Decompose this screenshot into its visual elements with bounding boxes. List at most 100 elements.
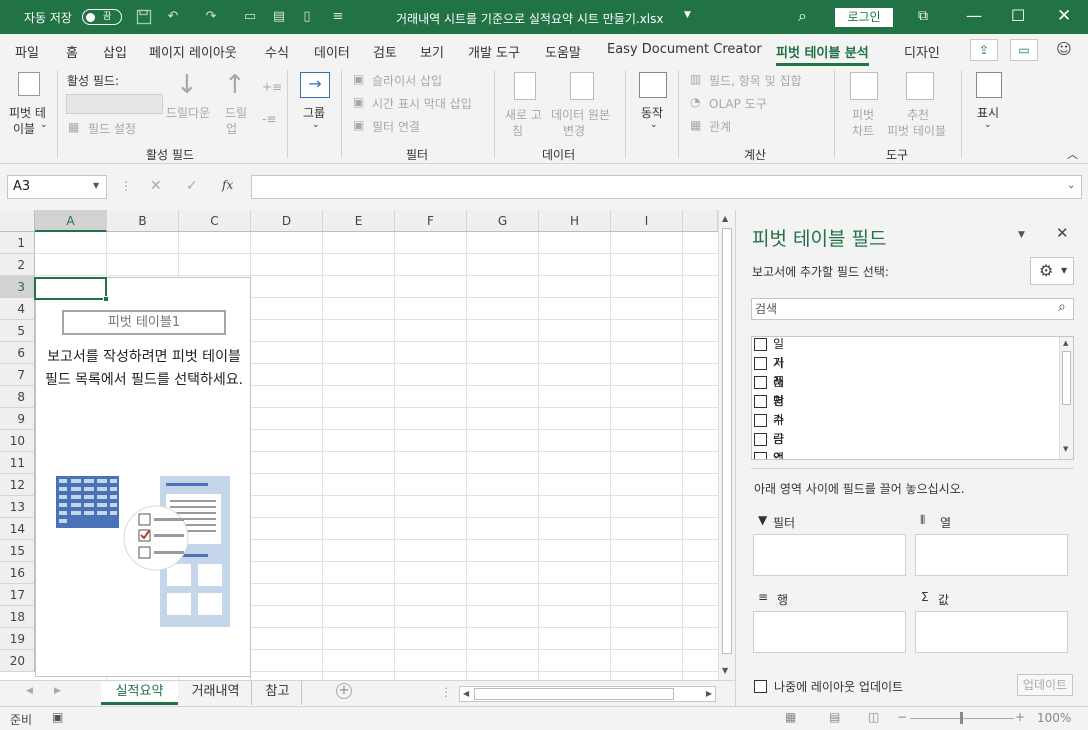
search-icon[interactable]: ⌕ [1058, 299, 1066, 315]
row-header[interactable]: 15 [0, 540, 35, 562]
scroll-thumb[interactable] [722, 228, 732, 654]
row-header[interactable]: 3 [0, 276, 35, 298]
show-button[interactable]: 표시 [977, 104, 999, 121]
horizontal-scrollbar[interactable]: ◀ ▶ [459, 686, 716, 702]
drillup-button-1[interactable]: 드릴 [225, 104, 247, 121]
sheet-tab-transactions[interactable]: 거래내역 [180, 681, 252, 705]
expand-field-icon[interactable]: +≡ [262, 80, 282, 94]
column-header[interactable]: G [467, 210, 539, 232]
zoom-level[interactable]: 100% [1037, 711, 1071, 725]
row-header[interactable]: 12 [0, 474, 35, 496]
row-header[interactable]: 4 [0, 298, 35, 320]
fields-items-sets-button[interactable]: 필드, 항목 및 집합 [709, 72, 802, 89]
field-checkbox[interactable] [754, 433, 767, 446]
autosave-toggle[interactable]: 끔 [82, 9, 122, 25]
menu-pivottable-analyze[interactable]: 피벗 테이블 분석 [776, 42, 869, 66]
field-checkbox[interactable] [754, 395, 767, 408]
field-checkbox[interactable] [754, 414, 767, 427]
name-box[interactable]: A3 [7, 175, 107, 199]
drillup-button-2[interactable]: 업 [226, 120, 237, 137]
recommended-pivot-button-1[interactable]: 추천 [907, 106, 929, 123]
namebox-dropdown-icon[interactable]: ▼ [93, 181, 99, 190]
field-settings-button[interactable]: 필드 설정 [88, 120, 136, 137]
menu-insert[interactable]: 삽입 [103, 42, 127, 61]
next-sheet-icon[interactable]: ▶ [54, 686, 61, 696]
column-header[interactable]: H [539, 210, 611, 232]
refresh-button-2[interactable]: 침 [512, 122, 523, 139]
page-break-view-icon[interactable]: ◫ [868, 710, 879, 724]
tools-button[interactable]: ⚙ ▼ [1030, 257, 1074, 285]
refresh-button-1[interactable]: 새로 고 [505, 106, 542, 123]
fill-handle[interactable] [103, 296, 109, 302]
defer-update-checkbox[interactable] [754, 680, 767, 693]
formula-input[interactable] [251, 175, 1082, 199]
change-source-button-2[interactable]: 변경 [563, 122, 585, 139]
pivot-table-button-label-1[interactable]: 피벗 테 [9, 104, 46, 121]
sheet-tab-reference[interactable]: 참고 [254, 681, 302, 705]
menu-easy-document-creator[interactable]: Easy Document Creator [607, 42, 762, 57]
row-header[interactable]: 10 [0, 430, 35, 452]
group-button[interactable]: 그룹 [303, 104, 325, 121]
new-file-icon[interactable]: ▯ [299, 9, 315, 25]
menu-data[interactable]: 데이터 [314, 42, 350, 61]
ribbon-display-options-icon[interactable]: ⧉ [918, 8, 928, 24]
olap-tools-button[interactable]: OLAP 도구 [709, 95, 767, 112]
tab-split-handle[interactable]: ⋮ [440, 685, 452, 699]
pivot-chart-button-1[interactable]: 피벗 [852, 106, 874, 123]
row-header[interactable]: 20 [0, 650, 35, 672]
insert-function-button[interactable]: fx [222, 178, 233, 192]
row-header[interactable]: 8 [0, 386, 35, 408]
print-preview-icon[interactable]: ▭ [242, 9, 258, 25]
field-list-scrollbar[interactable]: ▲ ▼ [1059, 337, 1073, 459]
pane-close-icon[interactable]: ✕ [1056, 224, 1069, 242]
hscroll-thumb[interactable] [474, 688, 674, 700]
pivot-chart-button-2[interactable]: 차트 [852, 122, 874, 139]
menu-home[interactable]: 홈 [66, 42, 78, 61]
comments-button[interactable]: ▭ [1010, 39, 1038, 61]
enter-icon[interactable]: ✓ [186, 178, 198, 194]
customize-qat-icon[interactable]: ≡ [330, 9, 346, 25]
row-header[interactable]: 13 [0, 496, 35, 518]
values-drop-area[interactable] [915, 611, 1068, 653]
active-field-input[interactable] [66, 94, 163, 114]
menu-file[interactable]: 파일 [15, 42, 39, 61]
column-header[interactable]: A [35, 210, 107, 232]
recommended-pivot-button-2[interactable]: 피벗 테이블 [887, 122, 946, 139]
column-header[interactable]: F [395, 210, 467, 232]
zoom-out-icon[interactable]: − [897, 710, 907, 724]
cancel-icon[interactable]: ✕ [150, 178, 162, 194]
menu-page-layout[interactable]: 페이지 레이아웃 [149, 42, 237, 61]
row-header[interactable]: 1 [0, 232, 35, 254]
change-source-button-1[interactable]: 데이터 원본 [551, 106, 610, 123]
column-header[interactable] [683, 210, 718, 232]
collapse-ribbon-icon[interactable]: ︿ [1067, 146, 1078, 162]
field-checkbox[interactable] [754, 357, 767, 370]
form-icon[interactable]: ▤ [271, 9, 287, 25]
field-checkbox[interactable] [754, 452, 767, 459]
menu-developer[interactable]: 개발 도구 [468, 42, 520, 61]
redo-icon[interactable]: ↷ [203, 9, 219, 25]
column-header[interactable]: C [179, 210, 251, 232]
page-layout-view-icon[interactable]: ▤ [829, 710, 840, 724]
sheet-tab-summary[interactable]: 실적요약 [101, 681, 178, 705]
scroll-up-icon[interactable]: ▲ [1063, 339, 1068, 347]
row-header[interactable]: 2 [0, 254, 35, 276]
update-button[interactable]: 업데이트 [1017, 674, 1073, 696]
menu-help[interactable]: 도움말 [545, 42, 581, 61]
menu-view[interactable]: 보기 [420, 42, 444, 61]
share-button[interactable]: ⇪ [970, 39, 998, 61]
scroll-up-icon[interactable]: ▲ [722, 214, 728, 223]
menu-formulas[interactable]: 수식 [265, 42, 289, 61]
normal-view-icon[interactable]: ▦ [785, 710, 796, 724]
filters-drop-area[interactable] [753, 534, 906, 576]
filter-connections-button[interactable]: 필터 연결 [372, 118, 420, 135]
save-icon[interactable] [136, 9, 152, 25]
row-header[interactable]: 7 [0, 364, 35, 386]
scroll-right-icon[interactable]: ▶ [706, 689, 712, 698]
prev-sheet-icon[interactable]: ◀ [26, 686, 33, 696]
menu-design[interactable]: 디자인 [904, 42, 940, 61]
login-button[interactable]: 로그인 [835, 8, 893, 27]
menu-review[interactable]: 검토 [373, 42, 397, 61]
pivot-table-placeholder[interactable]: 피벗 테이블1 보고서를 작성하려면 피벗 테이블 필드 목록에서 필드를 선택… [35, 277, 251, 677]
select-all-corner[interactable] [0, 210, 35, 232]
